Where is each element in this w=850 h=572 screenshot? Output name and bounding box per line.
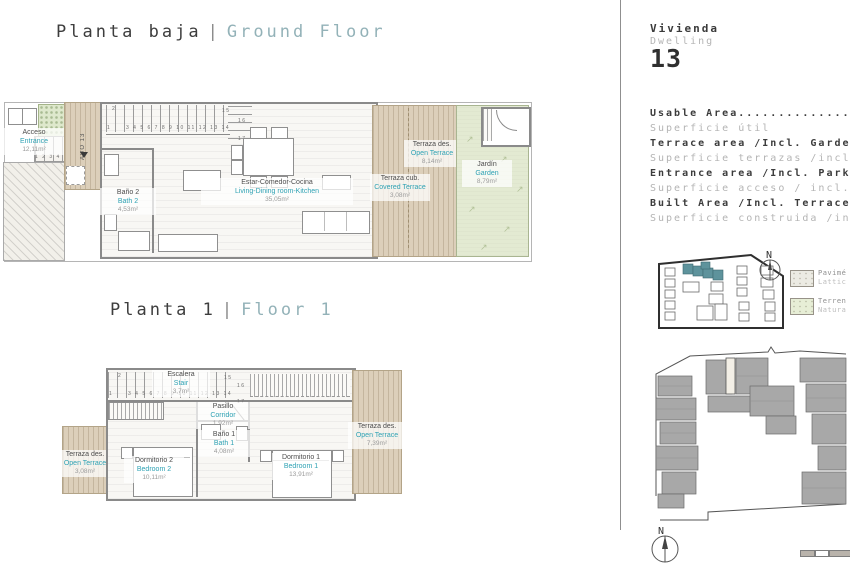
key-map-highlight [682, 261, 724, 281]
nightstand [332, 450, 344, 462]
scale-bar: 0m 5m 1m [800, 550, 850, 572]
bath2-toilet [104, 214, 117, 231]
pergola-slats [250, 374, 350, 397]
room-label-terrace-right: Terraza des. Open Terrace 7,39m² [348, 422, 406, 449]
bath2-shower [118, 231, 150, 251]
room-label-entrance: Acceso Entrance 12,11m² [2, 128, 66, 155]
stair-number: 16 [237, 383, 246, 389]
legend-lattice-en: Lattic [818, 278, 847, 286]
garden-arrow-icon: ↗ [516, 184, 524, 194]
area-line-entrance-es: Superficie acceso / incl. ga [650, 183, 850, 194]
site-plan [655, 346, 847, 521]
sofa-cushion-line [346, 212, 347, 231]
storage-hatch [483, 109, 492, 141]
room-label-terrace-left: Terraza des. Open Terrace 3,08m² [58, 450, 112, 477]
room-label-bath2: Baño 2 Bath 2 4,53m² [100, 188, 156, 215]
ground-title-es: Planta baja [56, 22, 202, 42]
area-line-terrace-es: Superficie terrazas /incl. j [650, 153, 850, 164]
nightstand [260, 450, 272, 462]
garden-arrow-icon: ↗ [466, 134, 474, 144]
area-line-entrance-en: Entrance area /Incl. Parking [650, 168, 850, 179]
floor1-plan: Terraza des. Open Terrace 3,08m² 2 1 3 4… [0, 360, 420, 505]
wardrobe [108, 402, 164, 420]
stair-numbers-run: 3 4 5 6 7 8 9 10 11 12 13 14 [126, 125, 231, 131]
area-line-built-es: Superficie construida /incl. [650, 213, 850, 224]
stair-number: 15 [222, 108, 231, 114]
dining-chair [231, 160, 243, 175]
utility-cabinet [8, 108, 23, 125]
dwelling-number: 13 [650, 44, 683, 73]
dining-chair [250, 127, 267, 139]
water-heater [66, 166, 85, 185]
legend-swatch-natural [790, 298, 814, 315]
area-line-usable-en: Usable Area...................... [650, 108, 850, 119]
floor1-title-en: Floor 1 [241, 300, 334, 320]
section-divider [620, 0, 621, 530]
ground-floor-plan: 1 2 3 4 Acceso Entrance 12,11m² ADO 13 2… [0, 96, 540, 266]
stair-number: 1 [109, 391, 114, 397]
wall-segment [106, 134, 230, 135]
room-label-stair: Escalera Stair 3,7m² [152, 370, 210, 397]
sidebar: Vivienda Dwelling 13 Usable Area........… [650, 0, 850, 572]
room-label-garden: Jardín Garden 8,79m² [462, 160, 512, 187]
garden-arrow-icon: ↗ [468, 204, 476, 214]
stair-number: 16 [238, 118, 247, 124]
entry-step-numbers: 1 2 3 4 [35, 154, 61, 160]
stair-number: 2 [118, 373, 123, 379]
stair-number: 1 [107, 125, 112, 131]
north-arrow-icon [651, 535, 679, 563]
title-separator: | [207, 22, 221, 42]
area-line-built-en: Built Area /Incl. Terrace/ . [650, 198, 850, 209]
access-deck-hatch [3, 162, 65, 261]
ground-title-en: Ground Floor [226, 22, 386, 42]
north-arrow-icon [759, 259, 781, 281]
entry-arrow-icon [80, 152, 88, 158]
ground-floor-title: Planta baja | Ground Floor [56, 22, 386, 42]
room-label-bath1: Baño 1 Bath 1 4,08m² [198, 430, 250, 457]
kitchen-counter [158, 234, 218, 252]
legend-swatch-lattice [790, 270, 814, 287]
dining-chair [231, 145, 243, 160]
floor1-title: Planta 1 | Floor 1 [110, 300, 334, 320]
floor1-title-es: Planta 1 [110, 300, 216, 320]
room-label-bedroom1: Dormitorio 1 Bedroom 1 13,91m² [272, 453, 330, 480]
utility-cabinet [22, 108, 37, 125]
dwelling-label-es: Vivienda [650, 22, 719, 35]
sofa [302, 211, 370, 234]
room-label-living: Estar-Comedor-Cocina Living-Dining room-… [201, 178, 353, 205]
dining-chair [271, 127, 288, 139]
wall-segment [102, 148, 154, 150]
stair-number: 2 [112, 106, 117, 112]
stair-number: 15 [224, 375, 233, 381]
room-label-covered-terrace: Terraza cub. Covered Terrace 3,08m² [370, 174, 430, 201]
legend-natural-es: Terren [818, 297, 847, 305]
room-label-bedroom2: Dormitorio 2 Bedroom 2 10,11m² [124, 456, 184, 483]
garden-arrow-icon: ↗ [480, 242, 488, 252]
garden-arrow-icon: ↗ [503, 224, 511, 234]
legend-natural-en: Natura [818, 306, 847, 314]
plan-sheet: Planta baja | Ground Floor 1 2 3 4 Acceso … [0, 0, 850, 572]
area-line-terrace-en: Terrace area /Incl. Garden a [650, 138, 850, 149]
dining-table [243, 138, 294, 176]
bath2-sink [104, 154, 119, 176]
area-line-usable-es: Superficie útil [650, 123, 771, 134]
site-plan-highlight [725, 357, 736, 395]
sofa-cushion-line [324, 212, 325, 231]
room-label-open-terrace: Terraza des. Open Terrace 8,14m² [404, 140, 460, 167]
legend-lattice-es: Pavimé [818, 269, 847, 277]
title-separator: | [221, 300, 236, 320]
